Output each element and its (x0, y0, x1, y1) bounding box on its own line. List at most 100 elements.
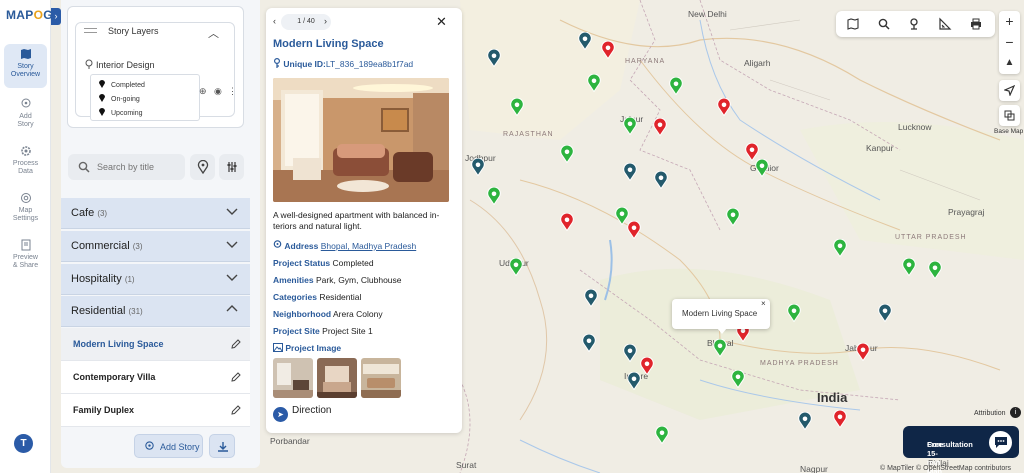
user-avatar[interactable]: T (14, 434, 33, 453)
previous-story-button[interactable]: ‹ (273, 16, 276, 26)
next-story-button[interactable]: › (324, 16, 327, 26)
more-options-icon[interactable]: ⋮ (228, 86, 237, 97)
story-item-contemporary-villa[interactable]: Contemporary Villa (61, 361, 250, 394)
map-marker-teal[interactable] (798, 412, 812, 430)
drag-handle-icon[interactable] (84, 28, 97, 33)
map-icon (20, 49, 31, 59)
map-marker-green[interactable] (560, 145, 574, 163)
map-marker-teal[interactable] (584, 289, 598, 307)
rail-label-preview-share: Preview & Share (12, 254, 39, 269)
close-icon[interactable]: ✕ (436, 14, 447, 30)
map-marker-teal[interactable] (623, 344, 637, 362)
map-marker-green[interactable] (726, 208, 740, 226)
basemap-button[interactable] (999, 105, 1020, 126)
marker-icon (99, 108, 105, 116)
map-marker-green[interactable] (669, 77, 683, 95)
map-marker-green[interactable] (510, 98, 524, 116)
map-label-india: India (817, 390, 848, 405)
map-label-haryana: HARYANA (625, 58, 666, 65)
map-marker-red[interactable] (640, 357, 654, 375)
add-story-button[interactable]: Add Story (134, 434, 203, 458)
story-item-family-duplex[interactable]: Family Duplex (61, 394, 250, 427)
map-marker-green[interactable] (487, 187, 501, 205)
address-link[interactable]: Bhopal, Madhya Pradesh (321, 241, 416, 251)
map-marker-green[interactable] (655, 426, 669, 444)
locate-me-button[interactable] (999, 80, 1020, 101)
map-marker-green[interactable] (623, 117, 637, 135)
map-marker-green[interactable] (833, 239, 847, 257)
map-marker-teal[interactable] (487, 49, 501, 67)
map-marker-green[interactable] (755, 159, 769, 177)
map-marker-green[interactable] (787, 304, 801, 322)
filter-location-button[interactable] (190, 154, 215, 180)
project-image-thumb-1[interactable] (273, 358, 313, 398)
location-pin-icon[interactable] (907, 17, 921, 31)
rail-story-overview[interactable]: Story Overview (4, 44, 47, 88)
category-cafe[interactable]: Cafe (3) (61, 198, 250, 229)
map-marker-red[interactable] (833, 410, 847, 428)
map-popup[interactable]: Modern Living Space × (672, 299, 770, 334)
chat-button[interactable] (986, 428, 1015, 457)
search-input[interactable] (97, 159, 182, 175)
popup-close-icon[interactable]: × (761, 299, 766, 308)
direction-button[interactable]: ➤ Direction (273, 405, 331, 422)
rail-process-data[interactable]: Process Data (4, 141, 47, 185)
chevron-up-icon[interactable]: ︿ (208, 25, 219, 41)
layer-legend: Completed On-going Upcoming (90, 74, 200, 121)
category-residential[interactable]: Residential (31) (61, 296, 250, 327)
map-marker-teal[interactable] (582, 334, 596, 352)
map-marker-red[interactable] (717, 98, 731, 116)
project-image-thumb-3[interactable] (361, 358, 401, 398)
attribution-label[interactable]: Attribution (974, 410, 1006, 417)
settings-icon (20, 193, 31, 203)
zoom-in-button[interactable]: + (999, 11, 1020, 31)
map-label-rajasthan: RAJASTHAN (503, 131, 554, 138)
project-image-thumb-2[interactable] (317, 358, 357, 398)
edit-icon[interactable] (231, 339, 241, 349)
map-marker-red[interactable] (653, 118, 667, 136)
map-marker-green[interactable] (928, 261, 942, 279)
collapse-panel-button[interactable]: › (51, 8, 61, 25)
info-icon[interactable]: i (1010, 407, 1021, 418)
map-marker-green[interactable] (902, 258, 916, 276)
map-marker-teal[interactable] (627, 372, 641, 390)
edit-icon[interactable] (231, 405, 241, 415)
map-marker-green[interactable] (509, 258, 523, 276)
edit-icon[interactable] (231, 372, 241, 382)
story-item-label: Modern Living Space (73, 339, 164, 349)
map-marker-teal[interactable] (471, 158, 485, 176)
rail-add-story[interactable]: Add Story (4, 94, 47, 138)
zoom-out-button[interactable]: − (999, 32, 1020, 52)
zoom-to-layer-icon[interactable]: ⊕ (199, 86, 207, 97)
map-marker-green[interactable] (731, 370, 745, 388)
eye-icon[interactable]: ◉ (214, 86, 222, 97)
map-marker-red[interactable] (560, 213, 574, 231)
location-filter-icon (197, 159, 208, 175)
filter-settings-button[interactable] (219, 154, 244, 180)
map-marker-teal[interactable] (878, 304, 892, 322)
story-item-modern-living-space[interactable]: Modern Living Space (61, 328, 250, 361)
search-icon[interactable] (877, 17, 891, 31)
map-marker-green[interactable] (587, 74, 601, 92)
print-icon[interactable] (969, 17, 983, 31)
measure-icon[interactable] (938, 17, 952, 31)
map-marker-green[interactable] (713, 339, 727, 357)
map-marker-teal[interactable] (578, 32, 592, 50)
category-commercial[interactable]: Commercial (3) (61, 231, 250, 262)
story-hero-image[interactable] (273, 78, 449, 202)
map-marker-red[interactable] (856, 343, 870, 361)
rail-preview-share[interactable]: Preview & Share (4, 235, 47, 279)
unique-id-value: LT_836_189ea8b1f7ad (325, 59, 414, 69)
rail-map-settings[interactable]: Map Settings (4, 188, 47, 232)
field-value: Project Site 1 (322, 326, 373, 336)
compass-icon[interactable]: ▲ (999, 53, 1020, 73)
map-marker-red[interactable] (601, 41, 615, 59)
map-view-icon[interactable] (846, 17, 860, 31)
map-marker-teal[interactable] (623, 163, 637, 181)
field-value: Arera Colony (332, 309, 383, 319)
map-marker-teal[interactable] (654, 171, 668, 189)
map-marker-red[interactable] (627, 221, 641, 239)
category-hospitality[interactable]: Hospitality (1) (61, 264, 250, 295)
download-button[interactable] (209, 434, 235, 458)
field-categories: Categories Residential (273, 292, 361, 302)
